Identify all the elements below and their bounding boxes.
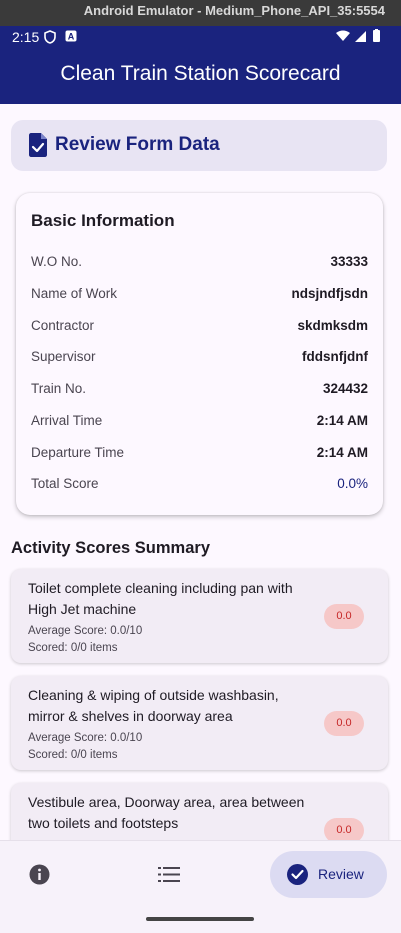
info-row-departure-time: Departure Time 2:14 AM [31,445,368,465]
window-title: Android Emulator - Medium_Phone_API_35:5… [83,3,385,18]
window-title-bar: Android Emulator - Medium_Phone_API_35:5… [0,0,401,26]
activity-summary-title: Activity Scores Summary [11,539,211,557]
info-row-total-score: Total Score 0.0% [31,476,368,496]
activity-name: Cleaning & wiping of outside washbasin, … [28,687,279,724]
review-header: Review Form Data [11,120,387,171]
shield-status-icon [44,30,56,47]
activity-scored: Scored: 0/0 items [28,749,118,761]
info-value: 324432 [322,381,368,396]
nav-review-label: Review [318,866,364,882]
info-row-wo-no: W.O No. 33333 [31,254,368,274]
activity-average: Average Score: 0.0/10 [28,732,143,744]
activity-scored: Scored: 0/0 items [28,642,118,654]
notification-a-icon: A [65,30,77,45]
activity-card[interactable]: Toilet complete cleaning including pan w… [11,569,388,663]
activity-name: Toilet complete cleaning including pan w… [28,580,293,617]
info-value: ndsjndfjsdn [291,286,369,301]
info-value: 2:14 AM [316,413,368,428]
info-label: Arrival Time [31,413,103,428]
basic-information-card: Basic Information W.O No. 33333 Name of … [16,193,383,515]
status-time: 2:15 [12,29,40,45]
info-value: 33333 [330,254,368,269]
info-row-contractor: Contractor skdmksdm [31,318,368,338]
wifi-signal-battery-icon [336,29,380,42]
status-indicators [335,29,387,46]
app-title: Clean Train Station Scorecard [60,62,341,85]
svg-text:A: A [68,32,75,42]
activity-card[interactable]: Cleaning & wiping of outside washbasin, … [11,676,388,770]
info-row-name-of-work: Name of Work ndsjndfjsdn [31,286,368,306]
basic-information-title: Basic Information [31,211,175,230]
check-circle-icon [287,864,308,885]
info-label: Name of Work [31,286,118,301]
activity-name: Vestibule area, Doorway area, area betwe… [28,794,305,831]
info-label: Supervisor [31,349,96,364]
activity-average: Average Score: 0.0/10 [28,625,143,637]
activity-score-badge: 0.0 [324,711,364,736]
nav-review-button[interactable]: Review [270,851,387,898]
list-icon[interactable] [158,866,180,888]
review-title: Review Form Data [55,134,220,155]
info-label: Total Score [31,476,99,491]
info-row-supervisor: Supervisor fddsnfjdnf [31,349,368,369]
total-score-value: 0.0% [337,476,368,491]
info-icon[interactable] [29,864,50,890]
info-value: skdmksdm [297,318,368,333]
info-label: W.O No. [31,254,83,269]
document-check-icon [28,132,50,158]
info-label: Departure Time [31,445,125,460]
info-label: Contractor [31,318,95,333]
info-label: Train No. [31,381,87,396]
info-row-arrival-time: Arrival Time 2:14 AM [31,413,368,433]
activity-score-badge: 0.0 [324,604,364,629]
app-bar: 2:15 A Clean Train Station Scorecard [0,26,401,104]
info-value: fddsnfjdnf [302,349,368,364]
info-value: 2:14 AM [316,445,368,460]
info-row-train-no: Train No. 324432 [31,381,368,401]
gesture-home-bar[interactable] [146,917,254,921]
